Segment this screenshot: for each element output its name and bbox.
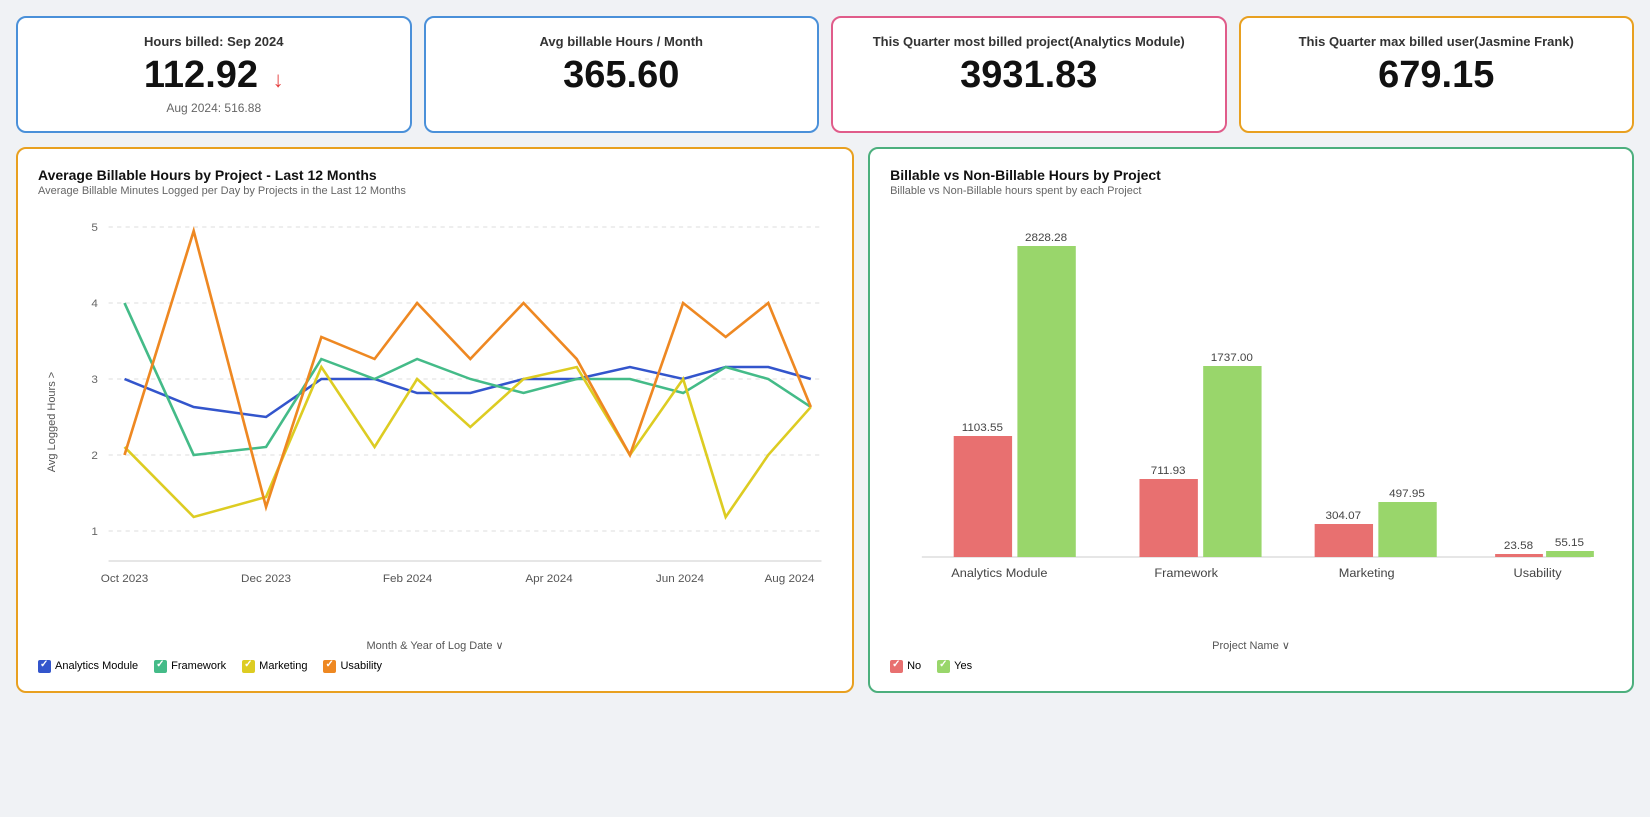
card-avg-billable: Avg billable Hours / Month 365.60 xyxy=(424,16,820,133)
legend-yes-check xyxy=(937,660,950,673)
bar-chart-title: Billable vs Non-Billable Hours by Projec… xyxy=(890,167,1612,183)
legend-framework: Framework xyxy=(154,660,226,673)
bar-framework-yes xyxy=(1203,366,1261,557)
card-quarter-user: This Quarter max billed user(Jasmine Fra… xyxy=(1239,16,1635,133)
card-hours-billed-label: Hours billed: Sep 2024 xyxy=(38,34,390,49)
bar-framework-no xyxy=(1140,479,1198,557)
legend-usability-label: Usability xyxy=(340,660,382,672)
svg-text:1103.55: 1103.55 xyxy=(962,422,1003,434)
legend-no-check xyxy=(890,660,903,673)
bar-analytics-yes xyxy=(1017,246,1075,557)
charts-row: Average Billable Hours by Project - Last… xyxy=(16,147,1634,693)
legend-marketing: Marketing xyxy=(242,660,307,673)
bar-marketing-no xyxy=(1315,524,1373,557)
svg-text:Jun 2024: Jun 2024 xyxy=(656,573,704,585)
card-hours-billed: Hours billed: Sep 2024 112.92 ↓ Aug 2024… xyxy=(16,16,412,133)
bar-chart-svg: 1103.55 2828.28 711.93 1737.00 304.07 49… xyxy=(890,207,1612,617)
svg-text:55.15: 55.15 xyxy=(1555,537,1584,549)
svg-text:1737.00: 1737.00 xyxy=(1211,352,1253,364)
legend-usability: Usability xyxy=(323,660,382,673)
bar-usability-yes xyxy=(1546,551,1594,557)
line-chart-subtitle: Average Billable Minutes Logged per Day … xyxy=(38,185,832,197)
down-arrow-icon: ↓ xyxy=(273,67,284,92)
line-chart-legend: Analytics Module Framework Marketing Usa… xyxy=(38,660,832,673)
bar-usability-no xyxy=(1495,554,1543,557)
svg-text:23.58: 23.58 xyxy=(1504,540,1533,552)
legend-no-label: No xyxy=(907,660,921,672)
top-cards-row: Hours billed: Sep 2024 112.92 ↓ Aug 2024… xyxy=(16,16,1634,133)
legend-yes-label: Yes xyxy=(954,660,972,672)
legend-marketing-label: Marketing xyxy=(259,660,307,672)
svg-text:304.07: 304.07 xyxy=(1326,510,1362,522)
x-axis-label: Month & Year of Log Date ∨ xyxy=(38,639,832,652)
svg-text:Dec 2023: Dec 2023 xyxy=(241,573,291,585)
card-quarter-project-value: 3931.83 xyxy=(853,55,1205,97)
line-chart-box: Average Billable Hours by Project - Last… xyxy=(16,147,854,693)
bar-x-axis-label: Project Name ∨ xyxy=(890,639,1612,652)
svg-text:Framework: Framework xyxy=(1154,566,1218,580)
card-hours-billed-value: 112.92 ↓ xyxy=(38,55,390,97)
legend-analytics-label: Analytics Module xyxy=(55,660,138,672)
card-hours-billed-sub: Aug 2024: 516.88 xyxy=(38,101,390,115)
svg-text:2: 2 xyxy=(91,450,98,462)
line-chart-svg: 5 4 3 2 1 Oct 2023 Dec 2023 Feb 2024 Apr… xyxy=(66,207,832,597)
card-quarter-user-label: This Quarter max billed user(Jasmine Fra… xyxy=(1261,34,1613,49)
svg-text:Analytics Module: Analytics Module xyxy=(951,566,1047,580)
svg-text:497.95: 497.95 xyxy=(1389,488,1425,500)
bar-marketing-yes xyxy=(1378,502,1436,557)
svg-text:Marketing: Marketing xyxy=(1339,566,1395,580)
legend-yes: Yes xyxy=(937,660,972,673)
svg-text:3: 3 xyxy=(91,374,98,386)
svg-text:1: 1 xyxy=(91,526,98,538)
line-chart-title: Average Billable Hours by Project - Last… xyxy=(38,167,832,183)
legend-analytics-check xyxy=(38,660,51,673)
legend-analytics: Analytics Module xyxy=(38,660,138,673)
legend-no: No xyxy=(890,660,921,673)
svg-text:711.93: 711.93 xyxy=(1151,465,1186,477)
svg-text:4: 4 xyxy=(91,298,98,310)
card-avg-billable-label: Avg billable Hours / Month xyxy=(446,34,798,49)
legend-marketing-check xyxy=(242,660,255,673)
card-quarter-project: This Quarter most billed project(Analyti… xyxy=(831,16,1227,133)
svg-text:2828.28: 2828.28 xyxy=(1025,232,1067,244)
legend-framework-check xyxy=(154,660,167,673)
svg-text:Usability: Usability xyxy=(1514,566,1563,580)
legend-framework-label: Framework xyxy=(171,660,226,672)
card-quarter-project-label: This Quarter most billed project(Analyti… xyxy=(853,34,1205,49)
y-axis-label: Avg Logged Hours > xyxy=(46,372,58,472)
svg-text:Oct 2023: Oct 2023 xyxy=(101,573,148,585)
bar-chart-box: Billable vs Non-Billable Hours by Projec… xyxy=(868,147,1634,693)
legend-usability-check xyxy=(323,660,336,673)
card-quarter-user-value: 679.15 xyxy=(1261,55,1613,97)
svg-text:5: 5 xyxy=(91,222,98,234)
bar-analytics-no xyxy=(954,436,1012,557)
bar-chart-legend: No Yes xyxy=(890,660,1612,673)
svg-text:Apr 2024: Apr 2024 xyxy=(525,573,572,585)
card-avg-billable-value: 365.60 xyxy=(446,55,798,97)
svg-text:Feb 2024: Feb 2024 xyxy=(383,573,432,585)
bar-chart-subtitle: Billable vs Non-Billable hours spent by … xyxy=(890,185,1612,197)
svg-text:Aug 2024: Aug 2024 xyxy=(765,573,815,585)
